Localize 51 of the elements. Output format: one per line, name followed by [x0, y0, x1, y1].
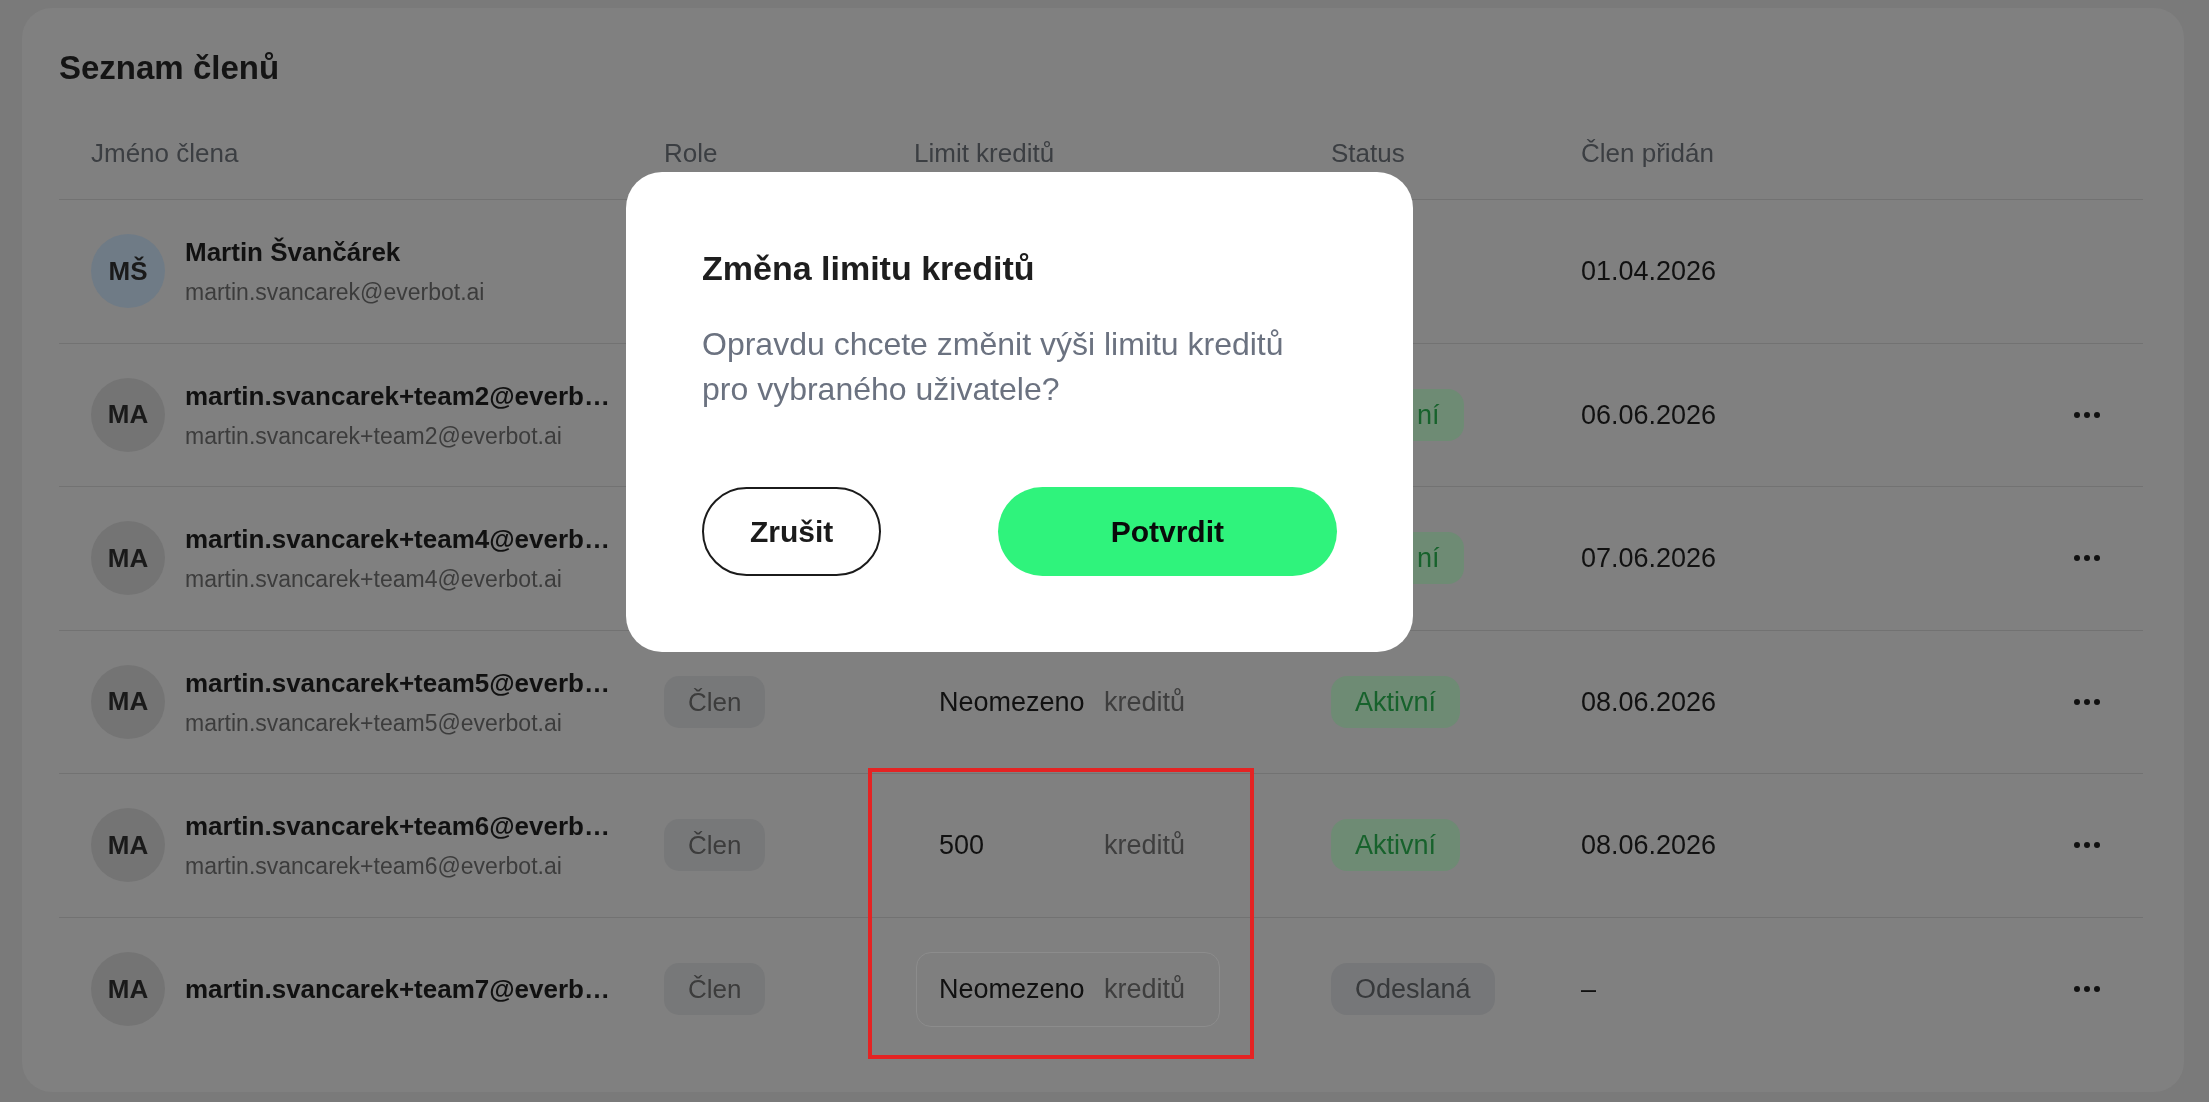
avatar: MA: [91, 952, 165, 1027]
date-added: 07.06.2026: [1581, 543, 1717, 573]
dialog-message: Opravdu chcete změnit výši limitu kreditů pro vybraného uživatele?: [702, 325, 1285, 409]
status-badge: Aktivní: [1331, 819, 1461, 872]
role-badge: Člen: [664, 963, 766, 1016]
credit-unit-label: kreditů: [1104, 829, 1186, 862]
ellipsis-icon[interactable]: [2074, 986, 2100, 993]
member-email: martin.svancarek+team4@everbot.ai: [185, 566, 562, 593]
column-header: Člen přidán: [1581, 138, 1714, 168]
column-header: Limit kreditů: [914, 138, 1055, 168]
avatar: MŠ: [91, 234, 165, 309]
status-badge: Aktivní: [1331, 675, 1461, 728]
avatar: MA: [91, 521, 165, 596]
ellipsis-icon[interactable]: [2074, 842, 2100, 849]
status-badge: Odeslaná: [1331, 963, 1495, 1016]
member-email: martin.svancarek+team6@everbot.ai: [185, 853, 562, 880]
status-badge: ní: [1413, 388, 1464, 441]
confirm-button[interactable]: Potvrdit: [997, 487, 1337, 576]
avatar: MA: [91, 808, 165, 883]
member-name: martin.svancarek+team6@everb…: [185, 811, 610, 842]
member-email: martin.svancarek@everbot.ai: [185, 279, 485, 306]
role-badge: Člen: [664, 675, 766, 728]
member-email: martin.svancarek+team5@everbot.ai: [185, 709, 562, 736]
member-email: martin.svancarek+team2@everbot.ai: [185, 422, 562, 449]
ellipsis-icon[interactable]: [2074, 698, 2100, 705]
ellipsis-icon[interactable]: [2074, 411, 2100, 418]
member-name: martin.svancarek+team5@everb…: [185, 667, 610, 698]
date-added: –: [1581, 974, 1597, 1004]
member-name: martin.svancarek+team4@everb…: [185, 524, 610, 555]
cancel-button[interactable]: Zrušit: [702, 487, 882, 576]
member-name: Martin Švančárek: [185, 237, 401, 268]
date-added: 06.06.2026: [1581, 399, 1717, 430]
credit-limit-value: Neomezeno: [939, 685, 1086, 719]
panel-title: Seznam členů: [59, 49, 280, 86]
date-added: 08.06.2026: [1581, 686, 1717, 717]
credit-limit-value: 500: [939, 829, 986, 862]
status-badge: ní: [1413, 532, 1464, 585]
ellipsis-icon[interactable]: [2074, 555, 2100, 562]
date-added: 01.04.2026: [1581, 256, 1717, 286]
credit-limit-field[interactable]: Neomezeno kreditů: [916, 951, 1221, 1027]
role-badge: Člen: [664, 819, 766, 872]
column-header: Role: [664, 138, 718, 168]
dialog-title: Změna limitu kreditů: [702, 248, 1036, 288]
member-name: martin.svancarek+team7@everb…: [185, 974, 610, 1005]
member-name: martin.svancarek+team2@everb…: [185, 380, 610, 411]
avatar: MA: [91, 377, 165, 452]
date-added: 08.06.2026: [1581, 830, 1717, 860]
avatar: MA: [91, 664, 165, 739]
column-header: Jméno člena: [91, 138, 239, 168]
column-header: Status: [1331, 138, 1405, 168]
credit-unit-label: kreditů: [1104, 685, 1186, 719]
